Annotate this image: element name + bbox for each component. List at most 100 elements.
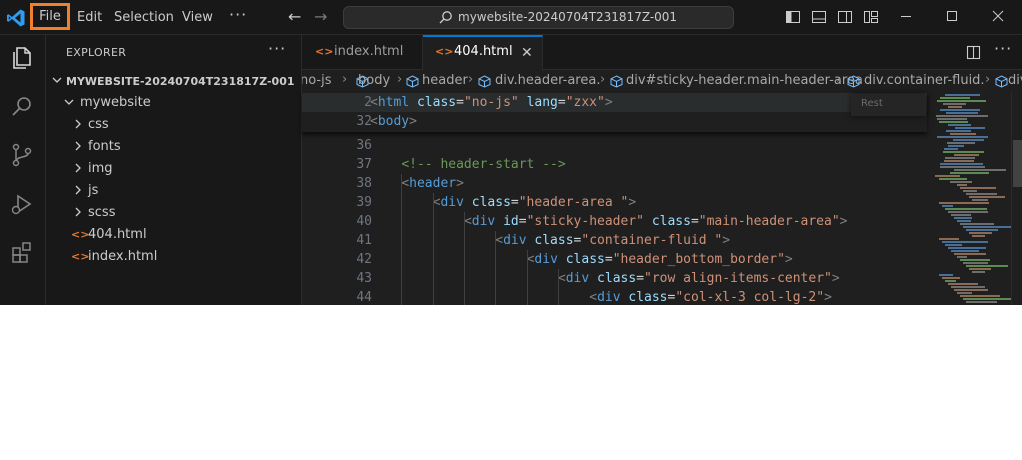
code-token: div: [440, 195, 464, 210]
minimap-line: [940, 166, 985, 168]
breadcrumb-item[interactable]: body: [358, 73, 390, 88]
breadcrumb-item[interactable]: div.container-fluid.: [864, 73, 985, 88]
code-token: =: [557, 95, 566, 110]
minimize-icon[interactable]: [898, 8, 914, 24]
chevron-right-icon: [75, 207, 81, 217]
scrollbar-thumb[interactable]: [1013, 140, 1022, 187]
line-number: 39: [356, 195, 372, 210]
minimap-line: [942, 205, 954, 207]
code-line[interactable]: 36: [302, 136, 927, 155]
command-center-search[interactable]: mywebsite-20240704T231817Z-001: [343, 6, 734, 29]
code-line[interactable]: 40 <div id="sticky-header" class="main-he…: [302, 212, 927, 231]
tree-folder-css[interactable]: css: [46, 114, 301, 136]
code-line[interactable]: 43 <div class="row align-items-center">: [302, 269, 927, 288]
chevron-right-icon: ›: [397, 72, 403, 87]
menu-edit[interactable]: Edit: [77, 9, 102, 26]
code-token: =: [510, 195, 519, 210]
code-text: <html class="no-js" lang="zxx">: [370, 93, 613, 112]
minimap-line: [957, 292, 973, 294]
tree-file-index[interactable]: <> index.html: [46, 246, 301, 268]
code-token: <: [495, 233, 504, 248]
code-token: <: [463, 214, 472, 229]
minimap-line: [949, 172, 989, 174]
code-line[interactable]: 38 <header>: [302, 174, 927, 193]
code-token: "col-xl-3 col-lg-2": [675, 290, 825, 305]
minimap-line: [950, 133, 977, 135]
menu-file[interactable]: File: [30, 3, 70, 30]
arrow-left-icon[interactable]: ←: [288, 7, 301, 26]
editor-scrollbar[interactable]: [1011, 92, 1022, 305]
minimap-line: [939, 274, 953, 276]
editor-area: <> index.html <> 404.html ✕ ··· no-js › …: [302, 35, 1022, 305]
minimap-line: [939, 202, 990, 204]
code-line[interactable]: 37 <!-- header-start -->: [302, 155, 927, 174]
tree-folder-img[interactable]: img: [46, 158, 301, 180]
search-text: mywebsite-20240704T231817Z-001: [458, 10, 678, 24]
maximize-icon[interactable]: [944, 8, 960, 24]
tree-folder-mywebsite[interactable]: mywebsite: [46, 92, 301, 114]
menu-more-icon[interactable]: ···: [229, 6, 247, 23]
explorer-files-icon[interactable]: [9, 45, 35, 71]
minimap-line: [972, 235, 985, 237]
find-widget[interactable]: Rest: [851, 94, 926, 116]
tree-folder-fonts[interactable]: fonts: [46, 136, 301, 158]
code-token: =: [456, 95, 464, 110]
arrow-right-icon[interactable]: →: [314, 7, 327, 26]
code-token: class: [651, 214, 691, 229]
customize-layout-icon[interactable]: [863, 9, 879, 25]
code-line[interactable]: 39 <div class="header-area ">: [302, 193, 927, 212]
code-editor[interactable]: 2 <html class="no-js" lang="zxx"> 32 <body>…: [302, 92, 927, 305]
extensions-icon[interactable]: [9, 239, 35, 265]
close-tab-icon[interactable]: ✕: [521, 45, 533, 61]
tree-file-404[interactable]: <> 404.html: [46, 224, 301, 246]
breadcrumb-item[interactable]: div: [1008, 73, 1022, 88]
menu-view[interactable]: View: [182, 9, 213, 26]
minimap-line: [972, 271, 986, 273]
minimap-line: [944, 157, 975, 159]
line-number: 41: [356, 233, 372, 248]
toggle-primary-sidebar-icon[interactable]: [785, 9, 801, 25]
breadcrumb-item[interactable]: header: [422, 73, 468, 88]
minimap-line: [945, 208, 987, 210]
code-token: >: [824, 290, 832, 305]
tree-file-label: index.html: [88, 249, 158, 264]
indent-guide: [401, 174, 403, 305]
source-control-icon[interactable]: [9, 142, 35, 168]
tree-root-folder[interactable]: MYWEBSITE-20240704T231817Z-001: [46, 70, 301, 92]
line-number: 44: [356, 290, 372, 305]
code-line[interactable]: 44 <div class="col-xl-3 col-lg-2">: [302, 288, 927, 305]
find-widget-placeholder: Rest: [861, 98, 883, 109]
code-line[interactable]: 2 <html class="no-js" lang="zxx">: [302, 93, 927, 112]
tab-index-html[interactable]: <> index.html: [302, 35, 423, 70]
code-line[interactable]: 32 <body>: [302, 112, 927, 131]
breadcrumb-item[interactable]: div#sticky-header.main-header-area: [626, 73, 863, 88]
minimap[interactable]: [927, 92, 1011, 305]
tabs-more-icon[interactable]: ···: [994, 39, 1012, 58]
breadcrumb-item[interactable]: no-js: [302, 73, 332, 88]
breadcrumb-item[interactable]: div.header-area.: [495, 73, 600, 88]
menu-selection[interactable]: Selection: [114, 9, 174, 26]
code-token: >: [456, 176, 464, 191]
toggle-panel-icon[interactable]: [811, 9, 827, 25]
minimap-line: [960, 259, 991, 261]
indent-guide: [432, 193, 434, 305]
minimap-line: [966, 193, 997, 195]
minimap-line: [948, 283, 978, 285]
minimap-line: [960, 223, 995, 225]
code-token: div: [565, 271, 590, 286]
tree-folder-scss[interactable]: scss: [46, 202, 301, 224]
code-line[interactable]: 41 <div class="container-fluid ">: [302, 231, 927, 250]
explorer-more-icon[interactable]: ···: [268, 39, 286, 58]
tab-404-html[interactable]: <> 404.html ✕: [423, 35, 543, 71]
split-editor-icon[interactable]: [966, 45, 981, 60]
indent-guide: [557, 269, 559, 305]
code-line[interactable]: 42 <div class="header_bottom_border">: [302, 250, 927, 269]
run-debug-icon[interactable]: [9, 191, 35, 217]
sticky-scroll-header[interactable]: 2 <html class="no-js" lang="zxx"> 32 <body>: [302, 92, 927, 132]
close-window-icon[interactable]: [990, 8, 1006, 24]
search-view-icon[interactable]: [9, 94, 35, 120]
tree-folder-js[interactable]: js: [46, 180, 301, 202]
toggle-secondary-sidebar-icon[interactable]: [837, 9, 853, 25]
